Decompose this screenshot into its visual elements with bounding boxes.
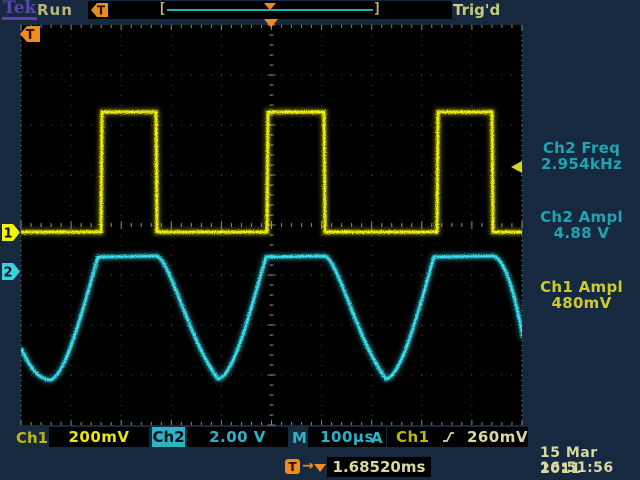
ch1-ground-marker: 1 xyxy=(2,224,20,242)
ch2-ground-marker: 2 xyxy=(2,263,20,281)
oscilloscope-screen: Tek Run [ ] Trig'd Ch2 Freq 2.954kHz Ch2… xyxy=(0,0,640,480)
titlebar-trigger-icon: T xyxy=(91,3,108,18)
trigger-offscreen-marker-label: T xyxy=(26,28,35,43)
ch1-ground-marker-label: 1 xyxy=(3,227,12,242)
titlebar-trigger-icon-label: T xyxy=(97,4,106,18)
scope-display: T T 1 2 xyxy=(0,0,640,480)
ch2-ground-marker-label: 2 xyxy=(3,266,12,281)
